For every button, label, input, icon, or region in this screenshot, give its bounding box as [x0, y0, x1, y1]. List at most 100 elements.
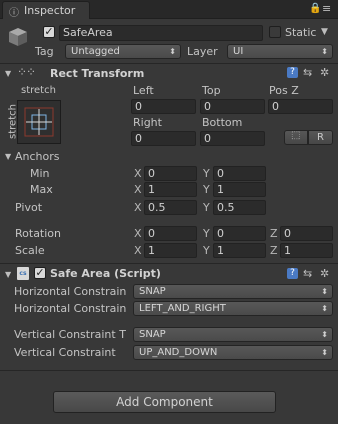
hconst1-dropdown[interactable]: SNAP ⬍	[133, 284, 333, 299]
chevron-updown-icon: ⬍	[321, 287, 328, 296]
pivot-y-axis: Y	[203, 201, 210, 214]
rect-transform-title: Rect Transform	[50, 67, 145, 80]
scale-z-field[interactable]: 1	[280, 243, 333, 258]
max-x-axis: X	[134, 183, 142, 196]
top-field[interactable]: 0	[200, 99, 265, 114]
rot-x-axis: X	[134, 227, 142, 240]
pivot-x-field[interactable]: 0.5	[144, 200, 197, 215]
hconst2-value: LEFT_AND_RIGHT	[139, 303, 226, 314]
static-checkbox[interactable]	[269, 26, 281, 38]
settings-gear-icon[interactable]: ✲	[320, 66, 329, 79]
lock-icon[interactable]: 🔒	[309, 3, 321, 14]
bottom-field[interactable]: 0	[200, 131, 265, 146]
min-y-axis: Y	[203, 167, 210, 180]
tab-menu-icon[interactable]: ≡	[322, 2, 331, 15]
max-y-axis: Y	[203, 183, 210, 196]
left-label: Left	[133, 84, 154, 97]
anchor-preset-stretch-icon	[24, 107, 54, 137]
max-y-field[interactable]: 1	[213, 182, 266, 197]
help-icon[interactable]: ?	[287, 268, 298, 279]
add-component-button[interactable]: Add Component	[53, 391, 276, 413]
pivot-label: Pivot	[15, 201, 43, 214]
active-checkbox[interactable]: ✓	[43, 26, 55, 38]
preset-icon[interactable]: ⇆	[303, 66, 312, 79]
scale-y-axis: Y	[203, 244, 210, 257]
rot-y-field[interactable]: 0	[213, 226, 266, 241]
raw-edit-label: R	[317, 132, 324, 143]
preset-icon[interactable]: ⇆	[303, 267, 312, 280]
script-icon: cs	[17, 267, 29, 280]
help-icon[interactable]: ?	[287, 67, 298, 78]
safe-area-title: Safe Area (Script)	[50, 267, 161, 280]
scale-x-axis: X	[134, 244, 142, 257]
posz-label: Pos Z	[269, 84, 299, 97]
blueprint-mode-button[interactable]: ⬚	[284, 130, 308, 145]
static-label: Static	[285, 26, 317, 39]
right-label: Right	[133, 116, 162, 129]
separator	[0, 370, 338, 371]
anchors-label: Anchors	[15, 150, 60, 163]
inspector-icon: ⓘ	[9, 8, 19, 19]
settings-gear-icon[interactable]: ✲	[320, 267, 329, 280]
vconst1-label: Vertical Constraint T	[14, 328, 126, 341]
chevron-updown-icon: ⬍	[169, 47, 176, 56]
rot-x-field[interactable]: 0	[144, 226, 197, 241]
max-label: Max	[30, 183, 53, 196]
chevron-updown-icon: ⬍	[321, 330, 328, 339]
rot-z-field[interactable]: 0	[280, 226, 333, 241]
right-field[interactable]: 0	[131, 131, 196, 146]
separator	[0, 263, 338, 264]
scale-x-field[interactable]: 1	[144, 243, 197, 258]
foldout-arrow-icon[interactable]: ▼	[5, 69, 11, 78]
hconst2-label: Horizontal Constrain	[14, 302, 127, 315]
vconst2-label: Vertical Constraint	[14, 346, 116, 359]
chevron-updown-icon: ⬍	[321, 348, 328, 357]
vconst1-value: SNAP	[139, 329, 166, 340]
top-label: Top	[202, 84, 221, 97]
anchors-foldout-icon[interactable]: ▼	[5, 152, 11, 161]
min-x-axis: X	[134, 167, 142, 180]
tag-dropdown[interactable]: Untagged ⬍	[65, 44, 181, 59]
min-label: Min	[30, 167, 50, 180]
scale-z-axis: Z	[270, 244, 278, 257]
layer-label: Layer	[187, 45, 218, 58]
safe-area-enabled-checkbox[interactable]: ✓	[34, 267, 46, 279]
min-y-field[interactable]: 0	[213, 166, 266, 181]
static-dropdown-arrow-icon[interactable]: ▼	[321, 27, 328, 37]
chevron-updown-icon: ⬍	[321, 47, 328, 56]
vconst2-dropdown[interactable]: UP_AND_DOWN ⬍	[133, 345, 333, 360]
rot-z-axis: Z	[270, 227, 278, 240]
rotation-label: Rotation	[15, 227, 62, 240]
tag-label: Tag	[35, 45, 54, 58]
hconst1-label: Horizontal Constrain	[14, 285, 127, 298]
safe-area-foldout-icon[interactable]: ▼	[5, 270, 11, 279]
left-field[interactable]: 0	[131, 99, 196, 114]
rect-transform-icon: ⁘⁘	[17, 65, 36, 79]
max-x-field[interactable]: 1	[144, 182, 197, 197]
vconst1-dropdown[interactable]: SNAP ⬍	[133, 327, 333, 342]
min-x-field[interactable]: 0	[144, 166, 197, 181]
blueprint-icon: ⬚	[291, 130, 301, 141]
add-component-label: Add Component	[116, 395, 213, 409]
gameobject-cube-icon	[6, 25, 30, 49]
gameobject-name-field[interactable]: SafeArea	[59, 25, 263, 41]
anchor-preset-button[interactable]	[17, 100, 61, 144]
layer-dropdown[interactable]: UI ⬍	[227, 44, 333, 59]
pivot-x-axis: X	[134, 201, 142, 214]
hconst1-value: SNAP	[139, 286, 166, 297]
vconst2-value: UP_AND_DOWN	[139, 347, 218, 358]
pivot-y-field[interactable]: 0.5	[213, 200, 266, 215]
separator	[0, 63, 338, 64]
hconst2-dropdown[interactable]: LEFT_AND_RIGHT ⬍	[133, 301, 333, 316]
anchor-preset-h-label: stretch	[21, 85, 56, 96]
raw-edit-button[interactable]: R	[308, 130, 333, 145]
tab-inspector[interactable]: ⓘ Inspector	[2, 1, 90, 19]
chevron-updown-icon: ⬍	[321, 304, 328, 313]
layer-value: UI	[233, 46, 244, 57]
tab-title: Inspector	[24, 4, 76, 17]
posz-field[interactable]: 0	[268, 99, 333, 114]
rot-y-axis: Y	[203, 227, 210, 240]
scale-y-field[interactable]: 1	[213, 243, 266, 258]
bottom-label: Bottom	[202, 116, 243, 129]
scale-label: Scale	[15, 244, 45, 257]
